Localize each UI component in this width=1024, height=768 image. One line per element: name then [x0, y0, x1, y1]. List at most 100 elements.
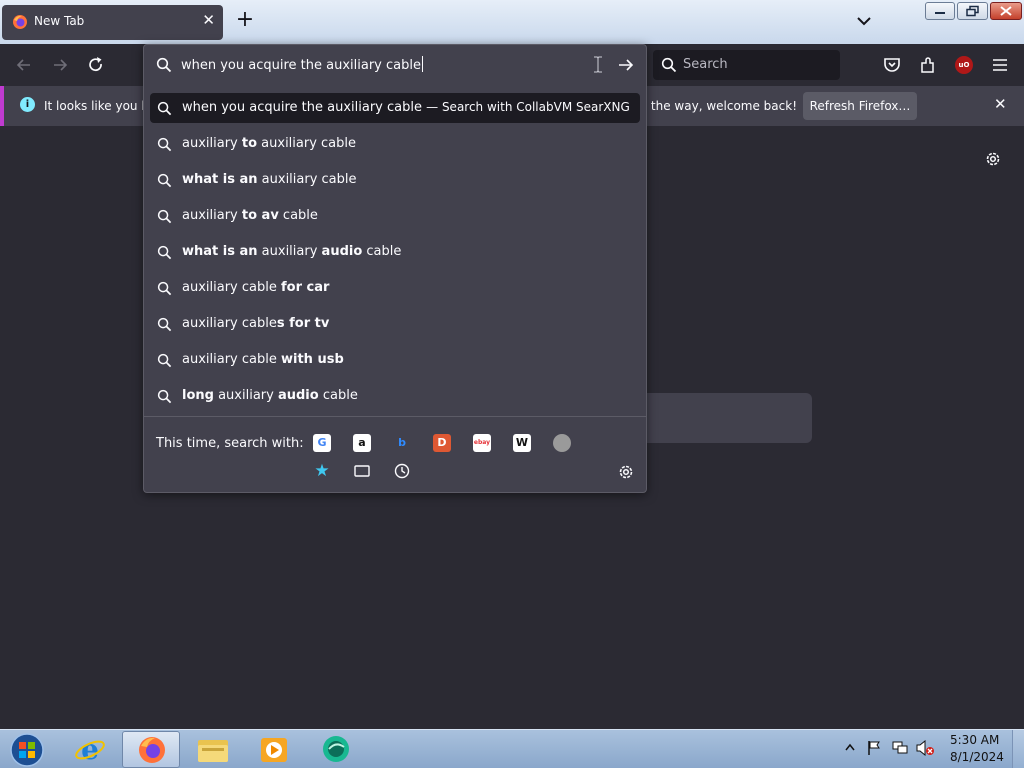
file-explorer-taskbar-icon[interactable] [184, 731, 242, 768]
google-engine-icon[interactable]: G [313, 434, 331, 452]
searxng-engine-icon[interactable] [553, 434, 571, 452]
bing-engine-icon[interactable]: b [393, 434, 411, 452]
media-player-taskbar-icon[interactable] [245, 731, 303, 768]
search-icon [157, 353, 172, 368]
search-settings-gear-icon[interactable] [617, 463, 635, 481]
suggestion-fragment: cable [278, 208, 318, 223]
suggestion-highlight: to [241, 136, 258, 151]
go-arrow-icon[interactable] [617, 57, 635, 73]
clock-date[interactable]: 8/1/2024 [950, 750, 1004, 764]
restore-button[interactable] [957, 2, 988, 20]
windows-taskbar: e 5:30 AM 8/1/2024 [0, 729, 1024, 768]
one-off-search-label: This time, search with: [156, 436, 304, 451]
suggestion-fragment: auxiliary [182, 136, 242, 151]
url-bar-dropdown: when you acquire the auxiliary cable whe… [143, 44, 647, 493]
suggestion-fragment: cable [318, 388, 358, 403]
show-desktop-button[interactable] [1012, 730, 1024, 768]
search-icon [157, 281, 172, 296]
action-center-flag-icon[interactable] [866, 740, 882, 756]
extensions-icon[interactable] [918, 55, 938, 75]
tabs-mode-icon[interactable] [353, 462, 371, 480]
new-tab-button[interactable]: + [233, 9, 257, 33]
ebay-engine-icon[interactable]: ebay [473, 434, 491, 452]
suggestion-text: long auxiliary audio cable [182, 388, 358, 403]
amazon-engine-icon[interactable]: a [353, 434, 371, 452]
volume-muted-icon[interactable] [915, 740, 935, 756]
close-window-button[interactable] [990, 2, 1022, 20]
search-suggestion[interactable]: auxiliary cables for tv [150, 309, 640, 339]
suggestion-fragment: auxiliary [257, 244, 322, 259]
suggestion-text: auxiliary cables for tv [182, 316, 329, 331]
notification-text-end: y the way, welcome back! [640, 99, 798, 113]
suggestion-text: auxiliary cable with usb [182, 352, 344, 367]
chevron-down-icon[interactable] [854, 11, 874, 31]
suggestion-fragment: auxiliary [182, 208, 242, 223]
info-icon: i [20, 97, 35, 112]
tab-new-tab[interactable]: New Tab ✕ [2, 5, 223, 40]
reload-icon[interactable] [86, 55, 106, 75]
search-icon [156, 57, 172, 73]
pocket-icon[interactable] [882, 55, 902, 75]
search-icon [157, 137, 172, 152]
search-suggestion[interactable]: what is an auxiliary cable [150, 165, 640, 195]
search-icon [157, 101, 172, 116]
suggestion-highlight: what is an [182, 244, 258, 259]
internet-explorer-taskbar-icon[interactable]: e [61, 731, 119, 768]
suggestion-fragment: cable [362, 244, 402, 259]
suggestion-text: auxiliary to auxiliary cable [182, 136, 356, 151]
duckduckgo-engine-icon[interactable]: D [433, 434, 451, 452]
firefox-icon [13, 15, 27, 29]
search-suggestion[interactable]: auxiliary to auxiliary cable [150, 129, 640, 159]
forward-arrow-icon[interactable] [50, 55, 70, 75]
search-box[interactable]: Search [653, 50, 840, 80]
start-button[interactable] [8, 732, 46, 768]
minimize-button[interactable] [925, 2, 955, 20]
notification-close-button[interactable]: ✕ [994, 95, 1007, 113]
network-icon[interactable] [891, 740, 909, 756]
divider [144, 416, 646, 417]
search-engine-result[interactable]: when you acquire the auxiliary cable — S… [150, 93, 640, 123]
result-query: when you acquire the auxiliary cable [182, 100, 422, 115]
suggestion-text: what is an auxiliary cable [182, 172, 357, 187]
tab-title: New Tab [34, 14, 85, 28]
tab-close-button[interactable]: ✕ [202, 11, 215, 29]
suggestion-fragment: auxiliary cable [182, 316, 277, 331]
suggestion-highlight: what is an [182, 172, 258, 187]
back-arrow-icon[interactable] [14, 55, 34, 75]
firefox-taskbar-icon[interactable] [122, 731, 180, 768]
menu-icon[interactable] [990, 55, 1010, 75]
suggestion-fragment: auxiliary cable [257, 136, 357, 151]
search-icon [157, 389, 172, 404]
history-mode-icon[interactable] [393, 462, 411, 480]
search-suggestion[interactable]: auxiliary to av cable [150, 201, 640, 231]
suggestion-fragment: auxiliary [213, 388, 278, 403]
search-suggestion[interactable]: what is an auxiliary audio cable [150, 237, 640, 267]
page-search-field[interactable] [640, 393, 812, 443]
wikipedia-engine-icon[interactable]: W [513, 434, 531, 452]
suggestion-text: auxiliary to av cable [182, 208, 318, 223]
search-placeholder: Search [683, 57, 728, 72]
search-icon [661, 57, 677, 73]
search-suggestion[interactable]: auxiliary cable with usb [150, 345, 640, 375]
text-caret [421, 56, 423, 72]
search-icon [157, 173, 172, 188]
gear-icon[interactable] [984, 150, 1002, 168]
suggestion-highlight: long [182, 388, 214, 403]
search-suggestion[interactable]: auxiliary cable for car [150, 273, 640, 303]
search-suggestion[interactable]: long auxiliary audio cable [150, 381, 640, 411]
suggestion-highlight: with usb [280, 352, 344, 367]
url-input[interactable]: when you acquire the auxiliary cable [181, 56, 423, 73]
ublock-icon[interactable]: uO [955, 56, 973, 74]
url-input-row[interactable]: when you acquire the auxiliary cable [144, 45, 646, 85]
clock-time[interactable]: 5:30 AM [950, 733, 999, 747]
suggestion-text: what is an auxiliary audio cable [182, 244, 401, 259]
suggestion-highlight: audio [277, 388, 319, 403]
text-cursor-icon [594, 56, 602, 73]
collabvm-taskbar-icon[interactable] [307, 731, 365, 768]
suggestion-highlight: audio [321, 244, 363, 259]
refresh-firefox-button[interactable]: Refresh Firefox… [803, 92, 917, 120]
search-icon [157, 245, 172, 260]
suggestion-highlight: s for tv [276, 316, 330, 331]
show-hidden-icons-icon[interactable] [845, 740, 855, 754]
bookmarks-mode-icon[interactable]: ★ [313, 462, 331, 480]
